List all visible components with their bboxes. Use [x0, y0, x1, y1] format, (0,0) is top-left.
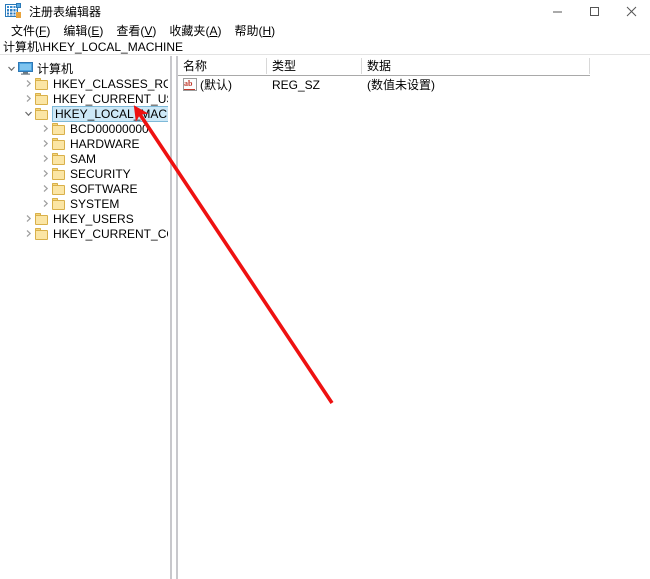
registry-values-pane[interactable]: 名称 类型 数据 ab (默认) REG_SZ (数值未设置) — [178, 56, 650, 579]
value-name-cell[interactable]: (默认) — [200, 77, 232, 93]
tree-item-label: SECURITY — [70, 166, 131, 181]
tree-item-label: HKEY_CURRENT_CONFIG — [53, 226, 168, 241]
folder-icon — [52, 122, 66, 135]
tree-item-hkey-current-config[interactable]: HKEY_CURRENT_CONFIG — [0, 226, 168, 241]
value-type-cell[interactable]: REG_SZ — [272, 77, 320, 93]
chevron-right-icon[interactable] — [38, 196, 52, 211]
menu-item-4[interactable]: 收藏夹(A) — [163, 23, 228, 39]
menu-item-label: 文件 — [11, 23, 36, 38]
tree-item-sam[interactable]: SAM — [0, 151, 168, 166]
tree-item-label: 计算机 — [37, 61, 74, 76]
tree-item-hkey-current-user[interactable]: HKEY_CURRENT_USER — [0, 91, 168, 106]
menu-item-label: 编辑 — [63, 23, 88, 38]
chevron-right-icon[interactable] — [21, 211, 35, 226]
tree-item-system[interactable]: SYSTEM — [0, 196, 168, 211]
chevron-down-icon[interactable] — [21, 106, 35, 121]
folder-icon — [52, 182, 66, 195]
tree-item-hardware[interactable]: HARDWARE — [0, 136, 168, 151]
menu-item-label: 查看 — [116, 23, 141, 38]
tree-item-label: SOFTWARE — [70, 181, 138, 196]
close-button[interactable] — [613, 0, 650, 22]
tree-item-label: HKEY_USERS — [53, 211, 134, 226]
menu-item-1[interactable]: 文件(F) — [5, 23, 57, 39]
column-divider[interactable] — [589, 58, 590, 74]
tree-item-hkey-local-machine[interactable]: HKEY_LOCAL_MACHINE — [0, 105, 168, 122]
tree-item-label: BCD00000000 — [70, 121, 149, 136]
tree-item-bcd00000000[interactable]: BCD00000000 — [0, 121, 168, 136]
column-header-1[interactable]: 名称 — [183, 57, 207, 75]
chevron-right-icon[interactable] — [38, 151, 52, 166]
chevron-down-icon[interactable] — [4, 61, 18, 76]
folder-icon — [35, 107, 49, 120]
address-bar[interactable]: 计算机\HKEY_LOCAL_MACHINE — [0, 40, 650, 55]
pane-splitter[interactable] — [168, 56, 178, 579]
tree-item-label: SYSTEM — [70, 196, 120, 211]
chevron-right-icon[interactable] — [21, 76, 35, 91]
column-header-2[interactable]: 类型 — [272, 57, 296, 75]
values-column-header[interactable]: 名称 类型 数据 — [178, 56, 590, 76]
tree-item-security[interactable]: SECURITY — [0, 166, 168, 181]
registry-editor-icon — [5, 3, 21, 19]
tree-item-label: HKEY_LOCAL_MACHINE — [52, 105, 168, 122]
chevron-right-icon[interactable] — [21, 91, 35, 106]
menu-item-label: 帮助 — [234, 23, 259, 38]
string-value-icon: ab — [183, 78, 198, 92]
folder-icon — [35, 227, 49, 240]
menu-item-label: 收藏夹 — [169, 23, 206, 38]
column-divider[interactable] — [361, 58, 362, 74]
menu-item-2[interactable]: 编辑(E) — [57, 23, 110, 39]
folder-icon — [35, 212, 49, 225]
value-data-cell[interactable]: (数值未设置) — [367, 77, 435, 93]
folder-icon — [52, 197, 66, 210]
tree-item-hkey-classes-root[interactable]: HKEY_CLASSES_ROOT — [0, 76, 168, 91]
tree-item-label: HKEY_CLASSES_ROOT — [53, 76, 168, 91]
minimize-button[interactable] — [539, 0, 576, 22]
menu-bar: 文件(F) 编辑(E) 查看(V) 收藏夹(A) 帮助(H) — [0, 22, 650, 39]
chevron-right-icon[interactable] — [38, 181, 52, 196]
tree-item-计算机[interactable]: 计算机 — [0, 61, 168, 76]
chevron-right-icon[interactable] — [21, 226, 35, 241]
registry-tree-pane[interactable]: 计算机HKEY_CLASSES_ROOTHKEY_CURRENT_USERHKE… — [0, 56, 168, 579]
maximize-button[interactable] — [576, 0, 613, 22]
tree-item-label: HKEY_CURRENT_USER — [53, 91, 168, 106]
registry-path-text: 计算机\HKEY_LOCAL_MACHINE — [3, 40, 184, 54]
column-header-3[interactable]: 数据 — [367, 57, 391, 75]
registry-tree: 计算机HKEY_CLASSES_ROOTHKEY_CURRENT_USERHKE… — [0, 56, 168, 241]
tree-item-hkey-users[interactable]: HKEY_USERS — [0, 211, 168, 226]
tree-item-label: HARDWARE — [70, 136, 140, 151]
menu-item-accelerator: H — [262, 23, 272, 38]
folder-icon — [52, 137, 66, 150]
title-bar: 注册表编辑器 — [0, 0, 650, 22]
folder-icon — [35, 77, 49, 90]
menu-item-5[interactable]: 帮助(H) — [228, 23, 282, 39]
menu-item-3[interactable]: 查看(V) — [110, 23, 163, 39]
window-title: 注册表编辑器 — [29, 4, 102, 19]
column-divider[interactable] — [266, 58, 267, 74]
window-controls — [539, 0, 650, 22]
tree-item-label: SAM — [70, 151, 97, 166]
chevron-right-icon[interactable] — [38, 136, 52, 151]
chevron-right-icon[interactable] — [38, 166, 52, 181]
chevron-right-icon[interactable] — [38, 121, 52, 136]
folder-icon — [35, 92, 49, 105]
folder-icon — [52, 152, 66, 165]
tree-item-software[interactable]: SOFTWARE — [0, 181, 168, 196]
computer-monitor-icon — [18, 62, 34, 75]
folder-icon — [52, 167, 66, 180]
